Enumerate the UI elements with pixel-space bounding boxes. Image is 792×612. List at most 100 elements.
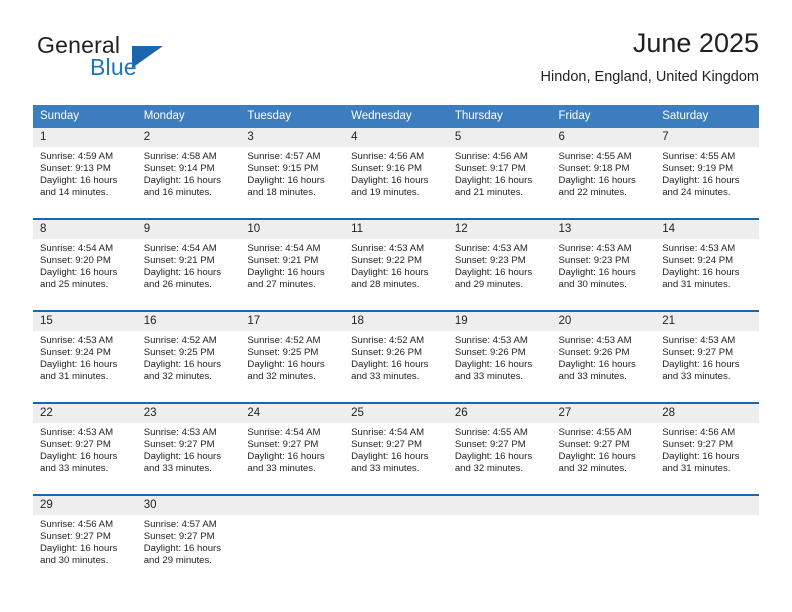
calendar-day-cell-empty	[551, 494, 656, 582]
sunset-text: Sunset: 9:26 PM	[454, 347, 526, 359]
daylight-text-line2: and 32 minutes.	[247, 371, 316, 383]
sunset-text: Sunset: 9:22 PM	[351, 255, 423, 267]
sunset-text: Sunset: 9:27 PM	[247, 439, 319, 451]
daylight-text-line2: and 19 minutes.	[351, 187, 420, 199]
daylight-text-line1: Daylight: 16 hours	[454, 359, 533, 371]
day-details: Sunrise: 4:58 AM Sunset: 9:14 PM Daylight:…	[137, 147, 241, 199]
calendar-day-cell[interactable]: 26 Sunrise: 4:55 AM Sunset: 9:27 PM Dayligh…	[447, 402, 552, 495]
day-details: Sunrise: 4:55 AM Sunset: 9:27 PM Daylight:…	[552, 423, 656, 475]
calendar-day-cell[interactable]: 17 Sunrise: 4:52 AM Sunset: 9:25 PM Dayligh…	[240, 310, 345, 403]
calendar-day-cell[interactable]: 2 Sunrise: 4:58 AM Sunset: 9:14 PM Daylight…	[136, 128, 241, 219]
sunset-text: Sunset: 9:25 PM	[143, 347, 215, 359]
sunrise-text: Sunrise: 4:53 AM	[454, 243, 528, 254]
brand-logo[interactable]: General Blue	[33, 32, 243, 90]
day-details: Sunrise: 4:57 AM Sunset: 9:27 PM Daylight:…	[137, 515, 241, 567]
calendar-day-cell-empty	[447, 494, 552, 582]
daylight-text-line2: and 28 minutes.	[351, 279, 420, 291]
sunrise-text: Sunrise: 4:52 AM	[351, 335, 425, 346]
day-number	[240, 496, 345, 515]
sunrise-text: Sunrise: 4:58 AM	[143, 151, 217, 162]
day-details: Sunrise: 4:56 AM Sunset: 9:27 PM Daylight:…	[33, 515, 137, 567]
daylight-text-line2: and 33 minutes.	[351, 463, 420, 475]
calendar-day-cell[interactable]: 20 Sunrise: 4:53 AM Sunset: 9:26 PM Dayligh…	[551, 310, 656, 403]
daylight-text-line2: and 31 minutes.	[662, 279, 731, 291]
sunrise-text: Sunrise: 4:53 AM	[351, 243, 425, 254]
sunrise-text: Sunrise: 4:57 AM	[143, 519, 217, 530]
calendar-day-cell[interactable]: 9 Sunrise: 4:54 AM Sunset: 9:21 PM Daylight…	[136, 218, 241, 311]
calendar-day-cell-empty	[655, 494, 759, 582]
sunset-text: Sunset: 9:18 PM	[558, 163, 630, 175]
sunset-text: Sunset: 9:20 PM	[40, 255, 111, 267]
sunset-text: Sunset: 9:26 PM	[558, 347, 630, 359]
day-details: Sunrise: 4:53 AM Sunset: 9:24 PM Daylight:…	[33, 331, 137, 383]
day-number: 12	[447, 220, 552, 239]
calendar-day-cell[interactable]: 18 Sunrise: 4:52 AM Sunset: 9:26 PM Dayligh…	[344, 310, 448, 403]
calendar-day-cell[interactable]: 13 Sunrise: 4:53 AM Sunset: 9:23 PM Dayligh…	[551, 218, 656, 311]
daylight-text-line1: Daylight: 16 hours	[558, 451, 636, 463]
day-details: Sunrise: 4:56 AM Sunset: 9:16 PM Daylight:…	[344, 147, 448, 199]
daylight-text-line2: and 24 minutes.	[662, 187, 731, 199]
sunset-text: Sunset: 9:23 PM	[558, 255, 630, 267]
calendar-day-cell[interactable]: 16 Sunrise: 4:52 AM Sunset: 9:25 PM Dayligh…	[136, 310, 241, 403]
calendar-day-cell[interactable]: 21 Sunrise: 4:53 AM Sunset: 9:27 PM Dayligh…	[655, 310, 759, 403]
sunset-text: Sunset: 9:27 PM	[40, 439, 111, 451]
day-details: Sunrise: 4:53 AM Sunset: 9:23 PM Daylight:…	[448, 239, 552, 291]
day-details: Sunrise: 4:55 AM Sunset: 9:19 PM Daylight:…	[655, 147, 759, 199]
sunrise-text: Sunrise: 4:56 AM	[351, 151, 425, 162]
day-details: Sunrise: 4:52 AM Sunset: 9:25 PM Daylight:…	[240, 331, 344, 383]
day-number: 15	[33, 312, 137, 331]
daylight-text-line2: and 16 minutes.	[143, 187, 212, 199]
calendar-day-cell[interactable]: 5 Sunrise: 4:56 AM Sunset: 9:17 PM Daylight…	[447, 128, 552, 219]
day-number: 16	[136, 312, 241, 331]
daylight-text-line1: Daylight: 16 hours	[40, 175, 118, 187]
calendar-day-cell[interactable]: 19 Sunrise: 4:53 AM Sunset: 9:26 PM Dayligh…	[447, 310, 552, 403]
calendar-day-cell[interactable]: 14 Sunrise: 4:53 AM Sunset: 9:24 PM Dayligh…	[655, 218, 759, 311]
sunrise-text: Sunrise: 4:53 AM	[662, 243, 736, 254]
calendar-day-cell[interactable]: 6 Sunrise: 4:55 AM Sunset: 9:18 PM Daylight…	[551, 128, 656, 219]
day-details: Sunrise: 4:52 AM Sunset: 9:25 PM Daylight:…	[137, 331, 241, 383]
calendar-day-cell[interactable]: 22 Sunrise: 4:53 AM Sunset: 9:27 PM Dayligh…	[33, 402, 137, 495]
calendar-day-cell[interactable]: 27 Sunrise: 4:55 AM Sunset: 9:27 PM Dayligh…	[551, 402, 656, 495]
day-number: 9	[136, 220, 241, 239]
daylight-text-line1: Daylight: 16 hours	[40, 451, 118, 463]
sunset-text: Sunset: 9:26 PM	[351, 347, 423, 359]
weekday-header-sunday: Sunday	[33, 105, 137, 128]
calendar-day-cell[interactable]: 1 Sunrise: 4:59 AM Sunset: 9:13 PM Daylight…	[33, 128, 137, 219]
sunset-text: Sunset: 9:27 PM	[143, 531, 215, 543]
daylight-text-line1: Daylight: 16 hours	[247, 175, 325, 187]
day-number: 8	[33, 220, 137, 239]
daylight-text-line2: and 22 minutes.	[558, 187, 627, 199]
daylight-text-line1: Daylight: 16 hours	[558, 359, 636, 371]
daylight-text-line2: and 29 minutes.	[143, 555, 212, 567]
calendar-week-row: 8 Sunrise: 4:54 AM Sunset: 9:20 PM Daylight…	[33, 218, 759, 311]
day-number: 13	[551, 220, 656, 239]
calendar-day-cell[interactable]: 15 Sunrise: 4:53 AM Sunset: 9:24 PM Dayligh…	[33, 310, 137, 403]
calendar-day-cell[interactable]: 24 Sunrise: 4:54 AM Sunset: 9:27 PM Dayligh…	[240, 402, 345, 495]
day-details: Sunrise: 4:53 AM Sunset: 9:26 PM Daylight:…	[448, 331, 552, 383]
daylight-text-line2: and 26 minutes.	[143, 279, 212, 291]
calendar-day-cell[interactable]: 4 Sunrise: 4:56 AM Sunset: 9:16 PM Daylight…	[344, 128, 448, 219]
calendar-day-cell[interactable]: 23 Sunrise: 4:53 AM Sunset: 9:27 PM Dayligh…	[136, 402, 241, 495]
sunrise-text: Sunrise: 4:53 AM	[454, 335, 528, 346]
day-number: 20	[551, 312, 656, 331]
daylight-text-line2: and 32 minutes.	[558, 463, 627, 475]
daylight-text-line2: and 30 minutes.	[40, 555, 109, 567]
sunrise-text: Sunrise: 4:56 AM	[454, 151, 528, 162]
calendar-day-cell[interactable]: 12 Sunrise: 4:53 AM Sunset: 9:23 PM Dayligh…	[447, 218, 552, 311]
calendar-day-cell[interactable]: 10 Sunrise: 4:54 AM Sunset: 9:21 PM Dayligh…	[240, 218, 345, 311]
calendar-day-cell[interactable]: 30 Sunrise: 4:57 AM Sunset: 9:27 PM Dayligh…	[136, 494, 241, 582]
calendar-day-cell[interactable]: 28 Sunrise: 4:56 AM Sunset: 9:27 PM Dayligh…	[655, 402, 759, 495]
day-details: Sunrise: 4:53 AM Sunset: 9:26 PM Daylight:…	[552, 331, 656, 383]
daylight-text-line1: Daylight: 16 hours	[558, 175, 636, 187]
calendar-day-cell[interactable]: 25 Sunrise: 4:54 AM Sunset: 9:27 PM Dayligh…	[344, 402, 448, 495]
calendar-week-row: 15 Sunrise: 4:53 AM Sunset: 9:24 PM Dayligh…	[33, 310, 759, 403]
sunset-text: Sunset: 9:17 PM	[454, 163, 526, 175]
calendar-day-cell-empty	[344, 494, 448, 582]
calendar-day-cell[interactable]: 8 Sunrise: 4:54 AM Sunset: 9:20 PM Daylight…	[33, 218, 137, 311]
sunset-text: Sunset: 9:25 PM	[247, 347, 319, 359]
calendar-day-cell[interactable]: 3 Sunrise: 4:57 AM Sunset: 9:15 PM Daylight…	[240, 128, 345, 219]
day-details: Sunrise: 4:59 AM Sunset: 9:13 PM Daylight:…	[33, 147, 137, 199]
calendar-day-cell[interactable]: 11 Sunrise: 4:53 AM Sunset: 9:22 PM Dayligh…	[344, 218, 448, 311]
calendar-day-cell[interactable]: 29 Sunrise: 4:56 AM Sunset: 9:27 PM Dayligh…	[33, 494, 137, 582]
calendar-day-cell[interactable]: 7 Sunrise: 4:55 AM Sunset: 9:19 PM Daylight…	[655, 128, 759, 219]
